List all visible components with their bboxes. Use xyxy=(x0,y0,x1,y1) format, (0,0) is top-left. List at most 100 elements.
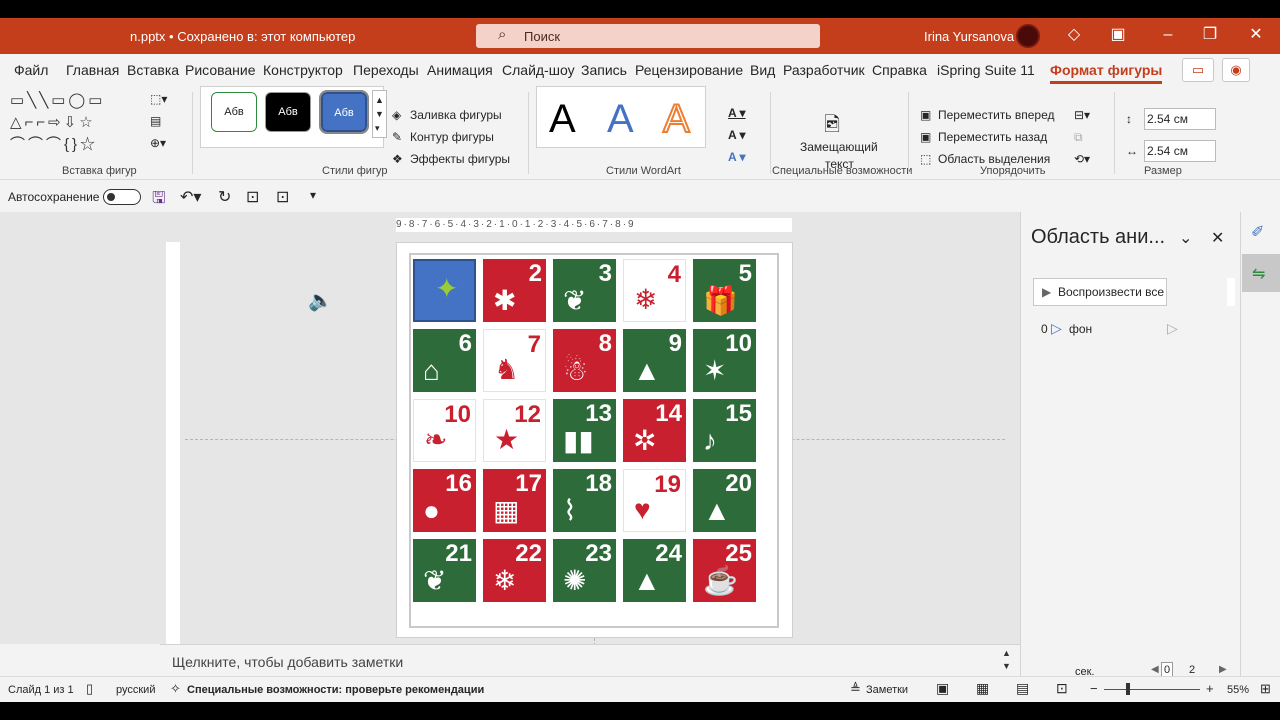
accessibility-status[interactable]: Специальные возможности: проверьте реком… xyxy=(187,684,484,696)
language[interactable]: русский xyxy=(116,684,155,696)
calendar-day-6[interactable]: 6 ⌂ xyxy=(413,329,476,392)
send-backward-icon[interactable]: ▣ xyxy=(920,130,931,144)
zoom-level[interactable]: 55% xyxy=(1227,684,1249,696)
save-icon[interactable]: 🖫 xyxy=(152,187,166,214)
calendar-day-17[interactable]: 17 ▦ xyxy=(483,469,546,532)
record-icon[interactable]: ◉ xyxy=(1222,58,1250,82)
undo-icon[interactable]: ↶▾ xyxy=(180,187,201,207)
close-icon[interactable]: ✕ xyxy=(1246,25,1266,45)
outline-icon[interactable]: ✎ xyxy=(392,130,402,144)
align-icon[interactable]: ⊟▾ xyxy=(1074,108,1090,122)
ribbon-display-icon[interactable]: ▣ xyxy=(1108,25,1128,45)
selection-pane-icon[interactable]: ⬚ xyxy=(920,152,931,166)
rotate-icon[interactable]: ⟲▾ xyxy=(1074,152,1090,166)
next-icon[interactable]: ▶ xyxy=(1219,664,1227,675)
bring-forward-icon[interactable]: ▣ xyxy=(920,108,931,122)
calendar-day-22[interactable]: 22 ❄ xyxy=(483,539,546,602)
width-input[interactable]: 2.54 см xyxy=(1144,140,1216,162)
notes-icon[interactable]: ≜ xyxy=(850,681,861,697)
edit-shape-icon[interactable]: ⬚▾ xyxy=(150,92,167,106)
customize-qat-icon[interactable]: ▾ xyxy=(310,188,316,202)
notes-pane[interactable]: Щелкните, чтобы добавить заметки ▲ ▼ xyxy=(160,644,1020,676)
present-icon[interactable]: ⊡ xyxy=(246,187,259,207)
audio-icon[interactable]: 🔈 xyxy=(308,288,333,313)
zoom-slider-thumb[interactable] xyxy=(1126,683,1130,695)
zoom-slider[interactable] xyxy=(1104,689,1200,690)
tab-design[interactable]: Конструктор xyxy=(263,62,343,78)
tab-home[interactable]: Главная xyxy=(66,62,119,78)
style-sample[interactable]: Абв xyxy=(211,92,257,132)
restore-icon[interactable]: ❐ xyxy=(1200,25,1220,45)
send-backward-button[interactable]: Переместить назад xyxy=(938,130,1047,144)
text-fill-icon[interactable]: A ▾ xyxy=(728,106,746,120)
selection-pane-button[interactable]: Область выделения xyxy=(938,152,1050,166)
accessibility-icon[interactable]: ✧ xyxy=(170,681,181,697)
calendar-day-4[interactable]: 4 ❄ xyxy=(623,259,686,322)
alt-text-icon[interactable]: 🖻 xyxy=(824,110,840,144)
prev-icon[interactable]: ◀ xyxy=(1151,664,1159,675)
notes-scroll-icon[interactable]: ▲ ▼ xyxy=(1002,647,1011,673)
calendar-day-19[interactable]: 19 ♥ xyxy=(623,469,686,532)
calendar-day-24[interactable]: 24 ▲ xyxy=(623,539,686,602)
user-name[interactable]: Irina Yursanova xyxy=(924,29,1014,44)
calendar-day-10[interactable]: 10 ✶ xyxy=(693,329,756,392)
tab-draw[interactable]: Рисование xyxy=(185,62,256,78)
calendar-day-20[interactable]: 20 ▲ xyxy=(693,469,756,532)
file-name[interactable]: n.pptx • Сохранено в: этот компьютер xyxy=(130,29,355,44)
tab-slideshow[interactable]: Слайд-шоу xyxy=(502,62,575,78)
calendar-day-2[interactable]: 2 ✱ xyxy=(483,259,546,322)
text-outline-icon[interactable]: A ▾ xyxy=(728,128,746,142)
calendar-day-12[interactable]: 12 ★ xyxy=(483,399,546,462)
calendar-day-18[interactable]: 18 ⌇ xyxy=(553,469,616,532)
reading-view-icon[interactable]: ▤ xyxy=(1016,680,1029,697)
shapes-gallery[interactable]: ▭╲╲▭◯▭ △⌐⌐⇨⇩☆ ⌒⌒⌒{}☆ xyxy=(10,90,130,153)
calendar-day-14[interactable]: 14 ✲ xyxy=(623,399,686,462)
chevron-down-icon[interactable]: ⌄ xyxy=(1179,228,1192,248)
zoom-in-icon[interactable]: + xyxy=(1206,681,1214,696)
wordart-gallery[interactable]: A A A xyxy=(536,86,706,148)
merge-shapes-icon[interactable]: ⊕▾ xyxy=(150,136,166,150)
shape-fill-button[interactable]: Заливка фигуры xyxy=(410,108,502,122)
slideshow-icon[interactable]: ⊡ xyxy=(1056,680,1068,697)
format-icon[interactable]: ✐ xyxy=(1251,222,1264,242)
tab-record[interactable]: Запись xyxy=(581,62,627,78)
notes-check-icon[interactable]: ▯ xyxy=(86,681,93,697)
wordart-sample[interactable]: A xyxy=(607,97,634,142)
search-box[interactable]: ⌕ Поиск xyxy=(476,24,820,48)
minimize-icon[interactable]: – xyxy=(1158,25,1178,45)
notes-placeholder[interactable]: Щелкните, чтобы добавить заметки xyxy=(172,654,403,670)
calendar-day-8[interactable]: 8 ☃ xyxy=(553,329,616,392)
redo-icon[interactable]: ↻ xyxy=(218,187,231,207)
play-all-button[interactable]: ▶ Воспроизвести все xyxy=(1033,278,1167,306)
alt-text-label-line1[interactable]: Замещающий xyxy=(800,140,878,154)
calendar-day-3[interactable]: 3 ❦ xyxy=(553,259,616,322)
tab-file[interactable]: Файл xyxy=(14,62,48,78)
text-box-icon[interactable]: ▤ xyxy=(150,114,161,128)
calendar-day-25[interactable]: 25 ☕ xyxy=(693,539,756,602)
wordart-sample[interactable]: A xyxy=(549,97,576,142)
effects-icon[interactable]: ❖ xyxy=(392,152,403,166)
close-pane-icon[interactable]: ✕ xyxy=(1211,228,1224,248)
style-sample[interactable]: Абв xyxy=(265,92,311,132)
calendar-day-5[interactable]: 5 🎁 xyxy=(693,259,756,322)
group-icon[interactable]: ⧉ xyxy=(1074,130,1083,145)
shape-outline-button[interactable]: Контур фигуры xyxy=(410,130,494,144)
bring-forward-button[interactable]: Переместить вперед xyxy=(938,108,1054,122)
calendar-day-9[interactable]: 9 ▲ xyxy=(623,329,686,392)
calendar-day-13[interactable]: 13 ▮▮ xyxy=(553,399,616,462)
tab-help[interactable]: Справка xyxy=(872,62,927,78)
animation-item[interactable]: фон xyxy=(1069,322,1092,336)
fit-to-window-icon[interactable]: ⊞ xyxy=(1260,681,1271,697)
animation-pane-toggle[interactable]: ⇋ xyxy=(1242,254,1280,292)
tab-view[interactable]: Вид xyxy=(750,62,775,78)
shape-effects-button[interactable]: Эффекты фигуры xyxy=(410,152,510,166)
tab-transitions[interactable]: Переходы xyxy=(353,62,419,78)
tab-developer[interactable]: Разработчик xyxy=(783,62,865,78)
height-input[interactable]: 2.54 см xyxy=(1144,108,1216,130)
normal-view-icon[interactable]: ▣ xyxy=(936,680,949,697)
tab-ispring[interactable]: iSpring Suite 11 xyxy=(937,62,1035,78)
zoom-out-icon[interactable]: − xyxy=(1090,681,1098,696)
style-sample[interactable]: Абв xyxy=(319,90,369,134)
text-effects-icon[interactable]: A ▾ xyxy=(728,150,746,164)
wordart-sample[interactable]: A xyxy=(662,96,691,142)
